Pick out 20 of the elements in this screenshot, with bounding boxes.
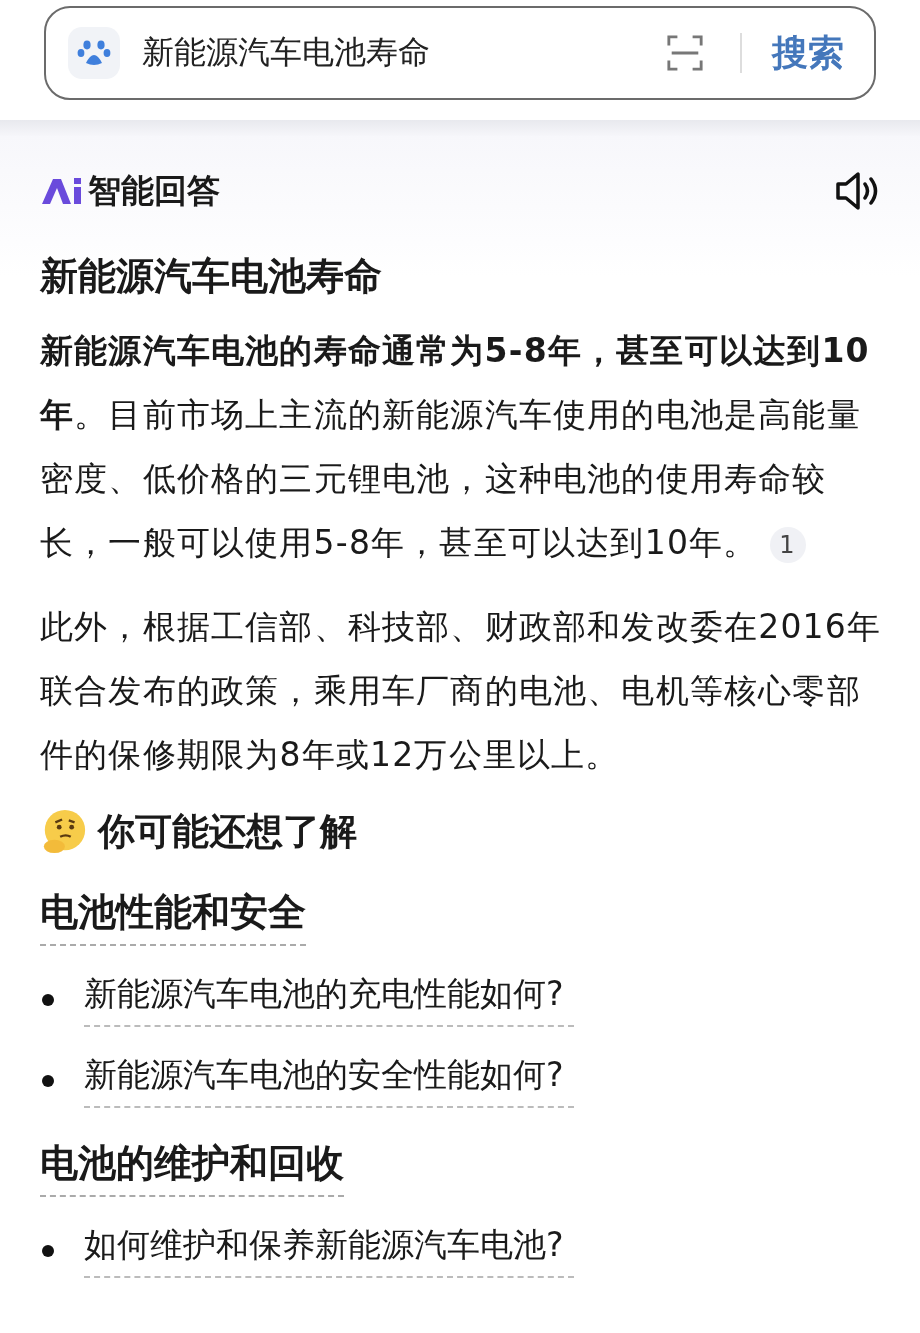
search-query: 新能源汽车电池寿命 [142,32,431,73]
bullet-icon [42,1074,54,1087]
topic-link[interactable]: 电池的维护和回收 [40,1138,344,1198]
question-link[interactable]: 新能源汽车电池的安全性能如何? [84,1053,574,1109]
paw-icon [68,27,120,79]
bullet-icon [42,993,54,1006]
scan-icon[interactable] [666,34,704,72]
search-button[interactable]: 搜索 [772,28,844,78]
search-field[interactable]: 新能源汽车电池寿命 搜索 [44,6,876,100]
answer-paragraph: 新能源汽车电池的寿命通常为5-8年，甚至可以达到10年。目前市场上主流的新能源汽车使用的电池是高能量密度、低价格的三元锂电池，这种电池的使用寿命较长，一般可以使用5-8年，甚至可以达到10年。 1 [40,330,871,565]
related-heading: 你可能还想了解 [98,809,357,856]
answer-label: 智能回答 [88,169,220,212]
topic-link[interactable]: 电池性能和安全 [40,887,306,947]
question-link[interactable]: 如何维护和保养新能源汽车电池? [84,1223,574,1279]
answer-paragraph: 此外，根据工信部、科技部、财政部和发改委在2016年联合发布的政策，乘用车厂商的电池、电机等核心零部件的保修期限为8年或12万公里以上。 [40,606,882,777]
answer-title: 新能源汽车电池寿命 [40,253,383,300]
ai-logo-icon [40,176,84,206]
question-link[interactable]: 新能源汽车电池的充电性能如何? [84,972,574,1028]
citation-badge[interactable]: 1 [769,526,806,563]
bullet-icon [42,1244,54,1257]
